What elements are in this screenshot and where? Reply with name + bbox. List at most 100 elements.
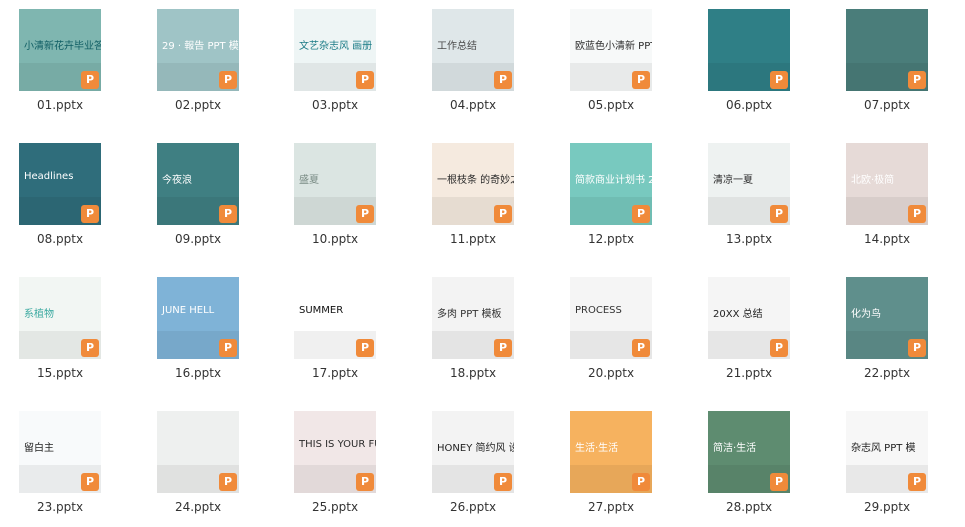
pptx-file-type-icon: P [219,339,237,357]
file-item[interactable]: 北欧·极简 P 14.pptx [827,134,947,254]
file-item[interactable]: P 24.pptx [138,402,258,522]
pptx-file-type-icon: P [632,205,650,223]
file-item[interactable]: PROCESS P 20.pptx [551,268,671,388]
file-item[interactable]: P 06.pptx [689,0,809,120]
file-name: 22.pptx [863,366,911,380]
file-item[interactable]: HONEY 简约风 设计 P 26.pptx [413,402,533,522]
pptx-file-type-icon: P [494,473,512,491]
thumbnail-text: 杂志风 PPT 模 [851,443,916,454]
pptx-file-type-icon: P [494,205,512,223]
thumbnail-text: JUNE HELL [162,305,215,316]
pptx-file-type-icon: P [494,339,512,357]
thumbnail-text: 清凉一夏 [713,175,753,186]
file-name: 01.pptx [36,98,84,112]
file-item[interactable]: 今夜浪 P 09.pptx [138,134,258,254]
thumbnail-text: 生活·生活 [575,443,619,454]
file-name: 20.pptx [587,366,635,380]
file-item[interactable]: 留白主 P 23.pptx [0,402,120,522]
pptx-file-type-icon: P [770,71,788,89]
file-name: 09.pptx [174,232,222,246]
thumbnail-text: 29 · 報告 PPT 模板 [162,41,239,52]
pptx-file-type-icon: P [770,339,788,357]
file-item[interactable]: 文艺杂志风 画册 PPT 模 P 03.pptx [275,0,395,120]
file-item[interactable]: 多肉 PPT 模板 P 18.pptx [413,268,533,388]
pptx-file-type-icon: P [908,339,926,357]
thumbnail-text: 工作总结 [437,41,477,52]
pptx-file-type-icon: P [81,205,99,223]
thumbnail-text: THIS IS YOUR FUTURE [299,439,376,450]
pptx-file-type-icon: P [219,205,237,223]
file-name: 25.pptx [311,500,359,514]
pptx-file-type-icon: P [770,473,788,491]
pptx-file-type-icon: P [219,71,237,89]
file-item[interactable]: 杂志风 PPT 模 P 29.pptx [827,402,947,522]
thumbnail-text: 文艺杂志风 画册 PPT 模 [299,41,376,52]
file-item[interactable]: 一根枝条 的奇妙之旅 2020 P 11.pptx [413,134,533,254]
thumbnail-text: 欧蓝色小清新 PPT 模 [575,41,652,52]
thumbnail-text: 简款商业计划书 28 [575,175,652,186]
pptx-file-type-icon: P [356,205,374,223]
file-item[interactable]: 清凉一夏 P 13.pptx [689,134,809,254]
file-item[interactable]: 29 · 報告 PPT 模板 P 02.pptx [138,0,258,120]
pptx-file-type-icon: P [81,339,99,357]
thumbnail-text: 多肉 PPT 模板 [437,309,502,320]
file-name: 27.pptx [587,500,635,514]
thumbnail-text: 留白主 [24,443,54,454]
file-item[interactable]: Headlines P 08.pptx [0,134,120,254]
pptx-file-type-icon: P [632,71,650,89]
pptx-file-type-icon: P [908,473,926,491]
file-name: 29.pptx [863,500,911,514]
file-item[interactable]: SUMMER P 17.pptx [275,268,395,388]
file-grid: 小清新花卉毕业答辩 P 01.pptx 29 · 報告 PPT 模板 P 02.pptx 文… [0,0,965,527]
file-name: 18.pptx [449,366,497,380]
file-name: 26.pptx [449,500,497,514]
thumbnail-text: 北欧·极简 [851,175,895,186]
thumbnail-text: 简洁·生活 [713,443,757,454]
file-name: 16.pptx [174,366,222,380]
file-name: 10.pptx [311,232,359,246]
file-item[interactable]: 工作总结 P 04.pptx [413,0,533,120]
file-name: 03.pptx [311,98,359,112]
thumbnail-text: 盛夏 [299,175,319,186]
file-item[interactable]: P 07.pptx [827,0,947,120]
thumbnail-text: 今夜浪 [162,175,192,186]
thumbnail-text: 20XX 总结 [713,309,763,320]
file-item[interactable]: JUNE HELL P 16.pptx [138,268,258,388]
thumbnail-text: 一根枝条 的奇妙之旅 2020 [437,175,514,186]
file-name: 07.pptx [863,98,911,112]
file-name: 11.pptx [449,232,497,246]
file-name: 06.pptx [725,98,773,112]
file-name: 14.pptx [863,232,911,246]
pptx-file-type-icon: P [908,205,926,223]
pptx-file-type-icon: P [770,205,788,223]
file-item[interactable]: 系植物 P 15.pptx [0,268,120,388]
file-name: 04.pptx [449,98,497,112]
file-item[interactable]: 化为鸟 P 22.pptx [827,268,947,388]
file-name: 23.pptx [36,500,84,514]
file-item[interactable]: THIS IS YOUR FUTURE P 25.pptx [275,402,395,522]
file-item[interactable]: 生活·生活 P 27.pptx [551,402,671,522]
file-name: 28.pptx [725,500,773,514]
pptx-file-type-icon: P [356,473,374,491]
thumbnail-text: HONEY 简约风 设计 [437,443,514,454]
file-item[interactable]: 盛夏 P 10.pptx [275,134,395,254]
file-item[interactable]: 简洁·生活 P 28.pptx [689,402,809,522]
thumbnail-text: 系植物 [24,309,54,320]
pptx-file-type-icon: P [219,473,237,491]
thumbnail-text: Headlines [24,171,74,182]
pptx-file-type-icon: P [81,71,99,89]
pptx-file-type-icon: P [908,71,926,89]
file-name: 02.pptx [174,98,222,112]
pptx-file-type-icon: P [632,339,650,357]
file-item[interactable]: 小清新花卉毕业答辩 P 01.pptx [0,0,120,120]
thumbnail-text: 小清新花卉毕业答辩 [24,41,101,52]
file-item[interactable]: 20XX 总结 P 21.pptx [689,268,809,388]
pptx-file-type-icon: P [356,71,374,89]
file-name: 17.pptx [311,366,359,380]
pptx-file-type-icon: P [632,473,650,491]
file-name: 21.pptx [725,366,773,380]
thumbnail-text: SUMMER [299,305,344,316]
file-item[interactable]: 简款商业计划书 28 P 12.pptx [551,134,671,254]
file-item[interactable]: 欧蓝色小清新 PPT 模 P 05.pptx [551,0,671,120]
pptx-file-type-icon: P [81,473,99,491]
